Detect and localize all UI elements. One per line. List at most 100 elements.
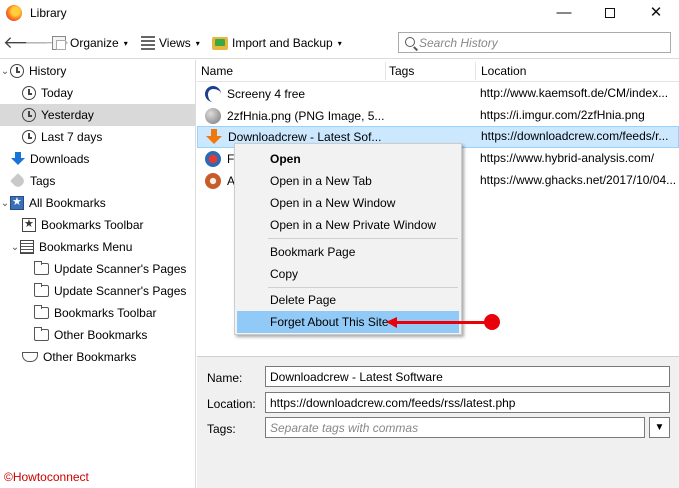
chevron-down-icon: ▾ — [337, 38, 342, 48]
watermark: ©Howtoconnect — [4, 470, 89, 484]
search-input[interactable] — [419, 34, 667, 51]
row-location: https://downloadcrew.com/feeds/r... — [481, 129, 669, 143]
search-box[interactable] — [398, 32, 671, 53]
sidebar-item-label: Other Bookmarks — [54, 328, 148, 342]
row-name: 2zfHnia.png (PNG Image, 5... — [227, 109, 385, 123]
maximize-icon — [605, 8, 615, 18]
chevron-down-icon[interactable]: ⌄ — [0, 198, 10, 209]
ghacks-favicon-icon — [205, 173, 221, 189]
firefox-logo-icon — [6, 5, 22, 21]
toolbar: 🡐 🡒 Organize ▾ Views ▾ Import and Backup… — [0, 27, 679, 59]
sidebar-item-label: Bookmarks Toolbar — [54, 306, 157, 320]
sidebar-item-other-bookmarks[interactable]: Other Bookmarks — [22, 346, 136, 368]
name-label: Name: — [207, 371, 243, 385]
sidebar-item-downloads[interactable]: Downloads — [11, 148, 89, 170]
annotation-arrowhead-icon — [386, 317, 397, 328]
menu-separator — [268, 238, 458, 239]
bookmarks-star-icon — [10, 195, 24, 210]
search-icon — [405, 37, 415, 47]
organize-button[interactable]: Organize ▾ — [52, 34, 128, 52]
sidebar-item-bookmarks-toolbar[interactable]: Bookmarks Toolbar — [22, 214, 144, 236]
window-title: Library — [30, 6, 67, 20]
sidebar-item-label: Last 7 days — [41, 130, 103, 144]
menu-separator — [268, 287, 458, 288]
sidebar-item-label: Today — [41, 86, 74, 100]
tags-field[interactable] — [265, 417, 645, 438]
sidebar-item-folder[interactable]: Update Scanner's Pages — [34, 280, 186, 302]
tag-icon — [10, 173, 26, 189]
tags-dropdown-button[interactable]: ▼ — [649, 417, 670, 438]
table-row[interactable]: Screeny 4 free http://www.kaemsoft.de/CM… — [197, 83, 679, 105]
menu-item-open-new-window[interactable]: Open in a New Window — [237, 192, 459, 214]
views-label: Views — [159, 36, 191, 50]
bookmark-toolbar-icon — [22, 217, 36, 232]
title-bar: Library — ✕ — [0, 0, 679, 27]
menu-item-open-new-tab[interactable]: Open in a New Tab — [237, 170, 459, 192]
maximize-button[interactable] — [587, 0, 633, 27]
sidebar-item-folder[interactable]: Other Bookmarks — [34, 324, 147, 346]
folder-icon — [34, 305, 49, 319]
organize-icon — [52, 36, 66, 50]
sidebar-item-yesterday[interactable]: Yesterday — [0, 104, 195, 126]
sidebar-item-label: Yesterday — [41, 108, 94, 122]
import-backup-icon — [212, 36, 228, 50]
column-divider[interactable] — [475, 62, 476, 80]
sidebar-item-label: Downloads — [30, 152, 90, 166]
sidebar-item-tags[interactable]: Tags — [10, 170, 56, 192]
row-location: https://www.hybrid-analysis.com/ — [480, 151, 655, 165]
sidebar-item-today[interactable]: Today — [22, 82, 73, 104]
menu-item-open[interactable]: Open — [237, 148, 459, 170]
menu-item-bookmark-page[interactable]: Bookmark Page — [237, 241, 459, 263]
import-backup-button[interactable]: Import and Backup ▾ — [212, 34, 342, 52]
annotation-dot-icon — [484, 314, 500, 330]
context-menu: Open Open in a New Tab Open in a New Win… — [234, 143, 462, 335]
folder-icon — [34, 327, 49, 341]
name-field[interactable] — [265, 366, 670, 387]
tags-label: Tags: — [207, 422, 236, 436]
row-name-cell: 2zfHnia.png (PNG Image, 5... — [205, 108, 388, 124]
sidebar-item-label: Tags — [30, 174, 56, 188]
sidebar-item-label: Bookmarks Menu — [39, 240, 133, 254]
download-arrow-icon — [11, 152, 25, 166]
other-bookmarks-icon — [22, 352, 38, 362]
minimize-button[interactable]: — — [541, 0, 587, 27]
chevron-down-icon[interactable]: ⌄ — [0, 66, 10, 77]
views-icon — [141, 36, 155, 50]
screeny-favicon-icon — [205, 86, 221, 102]
clock-icon — [22, 130, 36, 144]
column-header-name[interactable]: Name — [197, 60, 233, 82]
column-header-location[interactable]: Location — [477, 60, 526, 82]
clock-icon — [22, 86, 36, 100]
sidebar-item-all-bookmarks[interactable]: ⌄ All Bookmarks — [0, 192, 106, 214]
sidebar-item-label: All Bookmarks — [29, 196, 106, 210]
sidebar-item-folder[interactable]: Bookmarks Toolbar — [34, 302, 157, 324]
column-header-tags[interactable]: Tags — [385, 60, 414, 82]
close-button[interactable]: ✕ — [633, 0, 679, 27]
folder-icon — [34, 261, 49, 275]
menu-item-delete-page[interactable]: Delete Page — [237, 289, 459, 311]
globe-favicon-icon — [205, 108, 221, 124]
menu-item-open-private-window[interactable]: Open in a New Private Window — [237, 214, 459, 236]
row-name: Downloadcrew - Latest Sof... — [228, 130, 382, 144]
sidebar-item-last-7-days[interactable]: Last 7 days — [22, 126, 102, 148]
chevron-down-icon: ▾ — [195, 38, 200, 48]
sidebar-item-folder[interactable]: Update Scanner's Pages — [34, 258, 186, 280]
sidebar-item-label: History — [29, 64, 67, 78]
sidebar-item-label: Update Scanner's Pages — [54, 284, 187, 298]
column-header-row: Name Tags Location — [197, 60, 679, 82]
sidebar-item-history[interactable]: ⌄ History — [0, 60, 66, 82]
hybrid-analysis-favicon-icon — [205, 151, 221, 167]
table-row[interactable]: 2zfHnia.png (PNG Image, 5... https://i.i… — [197, 105, 679, 127]
chevron-down-icon: ▼ — [654, 422, 665, 433]
bookmarks-menu-icon — [20, 240, 34, 254]
menu-item-copy[interactable]: Copy — [237, 263, 459, 285]
clock-icon — [10, 64, 24, 78]
folder-icon — [34, 283, 49, 297]
views-button[interactable]: Views ▾ — [141, 34, 200, 52]
sidebar-item-label: Bookmarks Toolbar — [41, 218, 144, 232]
row-name-cell: Screeny 4 free — [205, 86, 388, 102]
sidebar-item-bookmarks-menu[interactable]: ⌄ Bookmarks Menu — [10, 236, 132, 258]
location-field[interactable] — [265, 392, 670, 413]
import-backup-label: Import and Backup — [232, 36, 333, 50]
chevron-down-icon[interactable]: ⌄ — [10, 242, 20, 253]
